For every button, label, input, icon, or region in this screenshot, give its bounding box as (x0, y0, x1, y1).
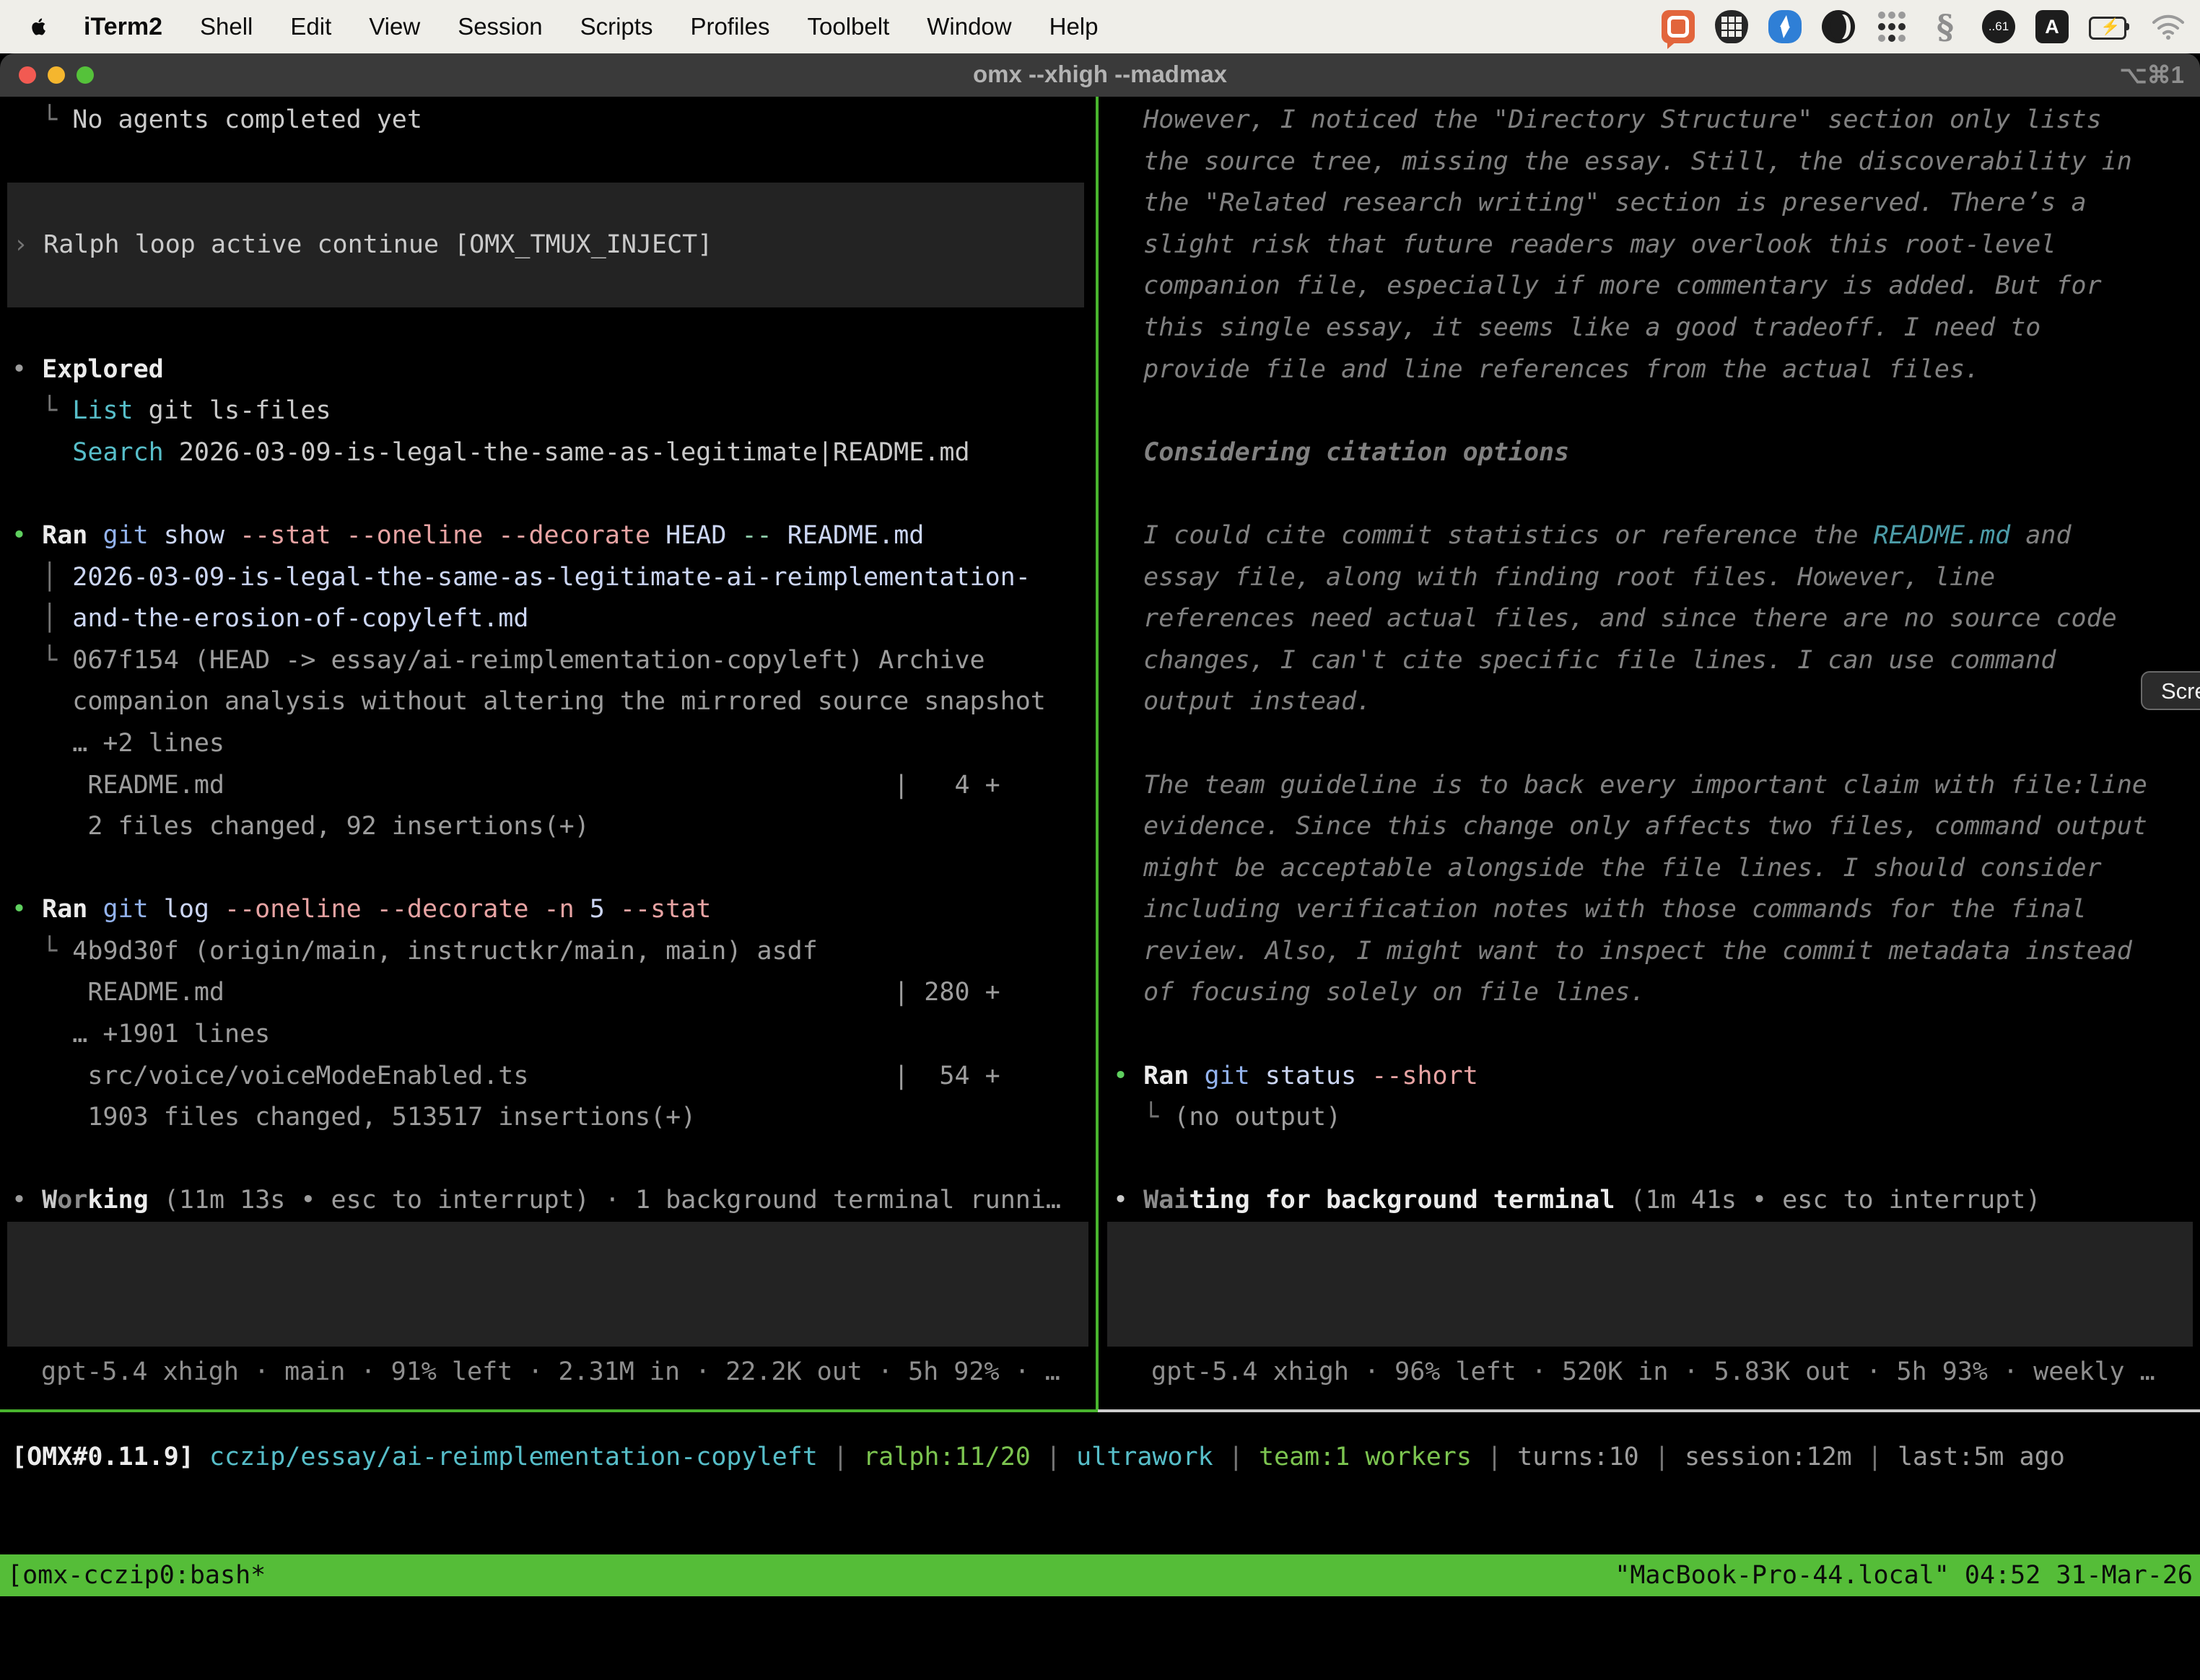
terminal-blank-line (12, 848, 1096, 890)
left-model-status: gpt-5.4 xhigh · main · 91% left · 2.31M … (41, 1351, 1060, 1393)
terminal-line: provide file and line references from th… (1113, 349, 2200, 391)
terminal-line: essay file, along with finding root file… (1113, 557, 2200, 599)
menu-item-view[interactable]: View (369, 13, 420, 40)
terminal-blank-line (1113, 1139, 2200, 1181)
terminal-line: │ and-the-erosion-of-copyleft.md (12, 598, 1096, 640)
chat-app-icon[interactable] (1662, 10, 1695, 43)
lightning-app-icon[interactable] (1768, 10, 1802, 43)
terminal-line: The team guideline is to back every impo… (1113, 765, 2200, 807)
badge-61-icon[interactable]: ..61 (1982, 10, 2015, 43)
terminal-line: └ 4b9d30f (origin/main, instructkr/main,… (12, 931, 1096, 973)
horizontal-divider-right (1098, 1409, 2200, 1412)
wifi-icon[interactable] (2151, 14, 2186, 40)
squiggle-icon[interactable]: § (1929, 10, 1962, 43)
crescent-icon[interactable] (1822, 10, 1855, 43)
battery-icon[interactable]: ⚡ (2089, 17, 2131, 37)
terminal-line: • Waiting for background terminal (1m 41… (1113, 1180, 2200, 1222)
notice-panel: › Ralph loop active continue [OMX_TMUX_I… (7, 183, 1084, 307)
terminal-blank-line (1113, 390, 2200, 432)
terminal-line: 1903 files changed, 513517 insertions(+) (12, 1097, 1096, 1139)
menu-items: Shell Edit View Session Scripts Profiles Toolb… (200, 13, 1099, 40)
horizontal-divider-left (0, 1409, 1098, 1412)
menu-item-shell[interactable]: Shell (200, 13, 253, 40)
terminal-line: README.md | 4 + (12, 765, 1096, 807)
terminal-blank-line (12, 307, 1096, 349)
terminal-line: review. Also, I might want to inspect th… (1113, 931, 2200, 973)
window-title: omx --xhigh --madmax (0, 61, 2200, 88)
omx-status-bar: [OMX#0.11.9] cczip/essay/ai-reimplementa… (12, 1436, 2065, 1478)
menu-status-icons: § ..61 A ⚡ (1662, 10, 2200, 43)
terminal-line: └ 067f154 (HEAD -> essay/ai-reimplementa… (12, 640, 1096, 682)
menu-item-toolbelt[interactable]: Toolbelt (808, 13, 890, 40)
terminal-line: README.md | 280 + (12, 972, 1096, 1014)
terminal-line: the source tree, missing the essay. Stil… (1113, 141, 2200, 183)
terminal-line: including verification notes with those … (1113, 889, 2200, 931)
terminal-blank-line (12, 141, 1096, 183)
left-prompt-box[interactable]: › Improve documentation in @filename (7, 1222, 1088, 1347)
terminal-line: slight risk that future readers may over… (1113, 224, 2200, 266)
terminal-line: │ 2026-03-09-is-legal-the-same-as-legiti… (12, 557, 1096, 599)
terminal-line: └ (no output) (1113, 1097, 2200, 1139)
terminal-line: src/voice/voiceModeEnabled.ts | 54 + (12, 1056, 1096, 1098)
terminal-line: this single essay, it seems like a good … (1113, 307, 2200, 349)
terminal-blank-line (12, 1139, 1096, 1181)
terminal-line: However, I noticed the "Directory Struct… (1113, 100, 2200, 141)
terminal-blank-line (1113, 723, 2200, 765)
dots-grid-icon[interactable] (1875, 10, 1908, 43)
terminal-line: • Ran git log --oneline --decorate -n 5 … (12, 889, 1096, 931)
terminal-blank-line (12, 473, 1096, 515)
terminal-blank-line (1113, 473, 2200, 515)
menu-item-scripts[interactable]: Scripts (580, 13, 653, 40)
left-terminal-pane[interactable]: └ No agents completed yet › Ralph loop a… (0, 97, 1096, 1409)
terminal-line: • Explored (12, 349, 1096, 391)
terminal-line: Search 2026-03-09-is-legal-the-same-as-l… (12, 432, 1096, 474)
terminal-line: evidence. Since this change only affects… (1113, 806, 2200, 848)
terminal-blank-line (1113, 1014, 2200, 1056)
tmux-status-bar: [omx-cczip0:bash* "MacBook-Pro-44.local"… (0, 1554, 2200, 1596)
terminal-line: • Ran git show --stat --oneline --decora… (12, 515, 1096, 557)
screen: { "menu_bar": { "app_name": "iTerm2", "i… (0, 0, 2200, 1611)
menu-item-window[interactable]: Window (927, 13, 1011, 40)
terminal-line: might be acceptable alongside the file l… (1113, 848, 2200, 890)
menu-item-edit[interactable]: Edit (290, 13, 331, 40)
window-shortcut-badge: ⌥⌘1 (2120, 61, 2184, 89)
letter-a-app-icon[interactable]: A (2035, 10, 2069, 43)
terminal-line: • Working (11m 13s • esc to interrupt) ·… (12, 1180, 1096, 1222)
terminal-line: └ No agents completed yet (12, 100, 1096, 141)
terminal-line: output instead. (1113, 681, 2200, 723)
window-title-bar: omx --xhigh --madmax ⌥⌘1 (0, 53, 2200, 97)
shield-grid-icon[interactable] (1715, 10, 1748, 43)
pane-divider[interactable] (1096, 97, 1099, 1409)
terminal-line: Considering citation options (1113, 432, 2200, 474)
terminal-line: I could cite commit statistics or refere… (1113, 515, 2200, 557)
terminal-line: • Ran git status --short (1113, 1056, 2200, 1098)
menu-app-name[interactable]: iTerm2 (84, 13, 162, 41)
tmux-session-label[interactable]: [omx-cczip0:bash* (7, 1554, 266, 1596)
terminal-line: … +2 lines (12, 723, 1096, 765)
right-prompt-box[interactable]: › Improve documentation in @filename (1107, 1222, 2193, 1347)
menu-item-session[interactable]: Session (458, 13, 542, 40)
terminal-line: references need actual files, and since … (1113, 598, 2200, 640)
terminal-line: 2 files changed, 92 insertions(+) (12, 806, 1096, 848)
terminal-line: the "Related research writing" section i… (1113, 183, 2200, 224)
apple-menu-icon[interactable] (27, 12, 52, 41)
right-terminal-pane[interactable]: However, I noticed the "Directory Struct… (1100, 97, 2200, 1409)
terminal-line: companion file, especially if more comme… (1113, 266, 2200, 307)
tmux-host-clock: "MacBook-Pro-44.local" 04:52 31-Mar-26 (1615, 1554, 2193, 1596)
terminal-line: companion analysis without altering the … (12, 681, 1096, 723)
screen-overlay-tooltip: Scre (2141, 671, 2200, 710)
right-model-status: gpt-5.4 xhigh · 96% left · 520K in · 5.8… (1151, 1351, 2155, 1393)
terminal-line: … +1901 lines (12, 1014, 1096, 1056)
terminal-line: changes, I can't cite specific file line… (1113, 640, 2200, 682)
terminal-line: of focusing solely on file lines. (1113, 972, 2200, 1014)
terminal-line: └ List git ls-files (12, 390, 1096, 432)
macos-menu-bar: iTerm2 Shell Edit View Session Scripts Profil… (0, 0, 2200, 53)
menu-item-profiles[interactable]: Profiles (690, 13, 769, 40)
menu-item-help[interactable]: Help (1049, 13, 1099, 40)
